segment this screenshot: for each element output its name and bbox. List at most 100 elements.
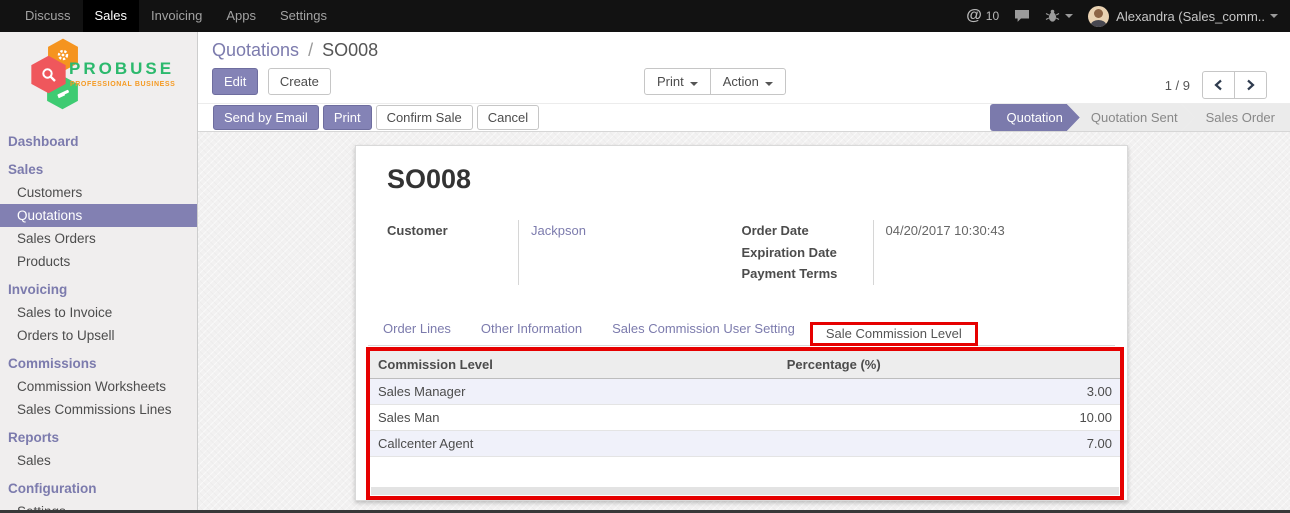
nav-item-settings[interactable]: Settings: [268, 0, 339, 32]
breadcrumb-quotations-link[interactable]: Quotations: [212, 40, 299, 60]
logo-subtitle: PROFESSIONAL BUSINESS: [70, 81, 175, 88]
chevron-down-icon: [690, 82, 698, 86]
chat-icon[interactable]: [1014, 9, 1030, 23]
action-dropdown-label: Action: [723, 74, 759, 89]
mention-count: 10: [986, 9, 999, 23]
sidebar: PROBUSE PROFESSIONAL BUSINESS Dashboard …: [0, 32, 198, 513]
nav-item-sales[interactable]: Sales: [83, 0, 140, 32]
stage-quotation-sent[interactable]: Quotation Sent: [1067, 104, 1195, 131]
print-action-group: Print Action: [644, 68, 786, 95]
sidebar-section-commissions[interactable]: Commissions: [0, 352, 197, 375]
stage-quotation[interactable]: Quotation: [990, 104, 1080, 131]
table-row-callcenter-agent[interactable]: Callcenter Agent 7.00: [370, 430, 1120, 456]
top-nav-menus: Discuss Sales Invoicing Apps Settings: [0, 0, 339, 32]
tab-sale-commission-level[interactable]: Sale Commission Level: [813, 318, 975, 349]
nav-item-discuss[interactable]: Discuss: [13, 0, 83, 32]
status-row: Send by Email Print Confirm Sale Cancel …: [198, 103, 1290, 132]
expiration-date-label: Expiration Date: [742, 242, 873, 264]
nav-item-invoicing[interactable]: Invoicing: [139, 0, 214, 32]
statusbar: Quotation Quotation Sent Sales Order: [990, 104, 1290, 131]
sidebar-item-sales-to-invoice[interactable]: Sales to Invoice: [0, 301, 197, 324]
cell-percentage: 3.00: [779, 378, 1120, 404]
customer-label: Customer: [387, 220, 518, 242]
control-panel: Quotations / SO008 Edit Create Print Act…: [198, 32, 1290, 103]
payment-terms-value: [886, 263, 1097, 285]
cancel-button[interactable]: Cancel: [477, 105, 539, 130]
chevron-right-icon: [1248, 81, 1253, 90]
mentions-counter[interactable]: @ 10: [966, 7, 999, 25]
print-dropdown-label: Print: [657, 74, 684, 89]
cell-percentage: 7.00: [779, 430, 1120, 456]
send-by-email-button[interactable]: Send by Email: [213, 105, 319, 130]
sidebar-section-configuration[interactable]: Configuration: [0, 477, 197, 500]
cell-percentage: 10.00: [779, 404, 1120, 430]
at-icon: @: [966, 7, 982, 25]
tab-sales-commission-user-setting[interactable]: Sales Commission User Setting: [597, 312, 810, 345]
expiration-date-value: [886, 242, 1097, 264]
nav-item-apps[interactable]: Apps: [214, 0, 268, 32]
print-button[interactable]: Print: [323, 105, 372, 130]
pager-previous-button[interactable]: [1202, 71, 1235, 99]
red-annotation-table-box: Commission Level Percentage (%) Sales Ma…: [366, 347, 1124, 501]
sidebar-item-sales-orders[interactable]: Sales Orders: [0, 227, 197, 250]
customer-value-link[interactable]: Jackpson: [531, 223, 586, 238]
sidebar-section-sales[interactable]: Sales: [0, 158, 197, 181]
top-nav-right: @ 10 Alexandra (Sales_comm..: [966, 0, 1290, 32]
commission-table-header-row: Commission Level Percentage (%): [370, 351, 1120, 379]
bug-icon[interactable]: [1045, 9, 1073, 23]
chevron-down-icon: [765, 82, 773, 86]
sidebar-item-commission-worksheets[interactable]: Commission Worksheets: [0, 375, 197, 398]
dates-field-group: Order Date Expiration Date Payment Terms…: [742, 220, 1097, 285]
logo-title: PROBUSE: [69, 59, 174, 79]
print-dropdown-button[interactable]: Print: [644, 68, 711, 95]
column-header-commission-level: Commission Level: [370, 351, 779, 379]
red-annotation-tab-box: Sale Commission Level: [810, 322, 978, 346]
cell-level: Sales Man: [370, 404, 779, 430]
app-window: Discuss Sales Invoicing Apps Settings @ …: [0, 0, 1290, 513]
stage-sales-order[interactable]: Sales Order: [1182, 104, 1290, 131]
action-dropdown-button[interactable]: Action: [710, 68, 786, 95]
cell-level: Sales Manager: [370, 378, 779, 404]
probuse-logo: PROBUSE PROFESSIONAL BUSINESS: [0, 40, 197, 114]
field-groups: Customer Jackpson Order Date Expiration …: [387, 220, 1096, 285]
confirm-sale-button[interactable]: Confirm Sale: [376, 105, 473, 130]
sidebar-section-invoicing[interactable]: Invoicing: [0, 278, 197, 301]
table-empty-row[interactable]: [370, 456, 1120, 487]
sidebar-item-products[interactable]: Products: [0, 250, 197, 273]
tab-other-information[interactable]: Other Information: [466, 312, 597, 345]
cell-level: Callcenter Agent: [370, 430, 779, 456]
customer-field-group: Customer Jackpson: [387, 220, 742, 285]
avatar: [1088, 6, 1109, 27]
chat-bubble-shape: [1015, 10, 1029, 22]
sidebar-item-customers[interactable]: Customers: [0, 181, 197, 204]
pager-next-button[interactable]: [1234, 71, 1267, 99]
tab-order-lines[interactable]: Order Lines: [368, 312, 466, 345]
sidebar-item-sales-commissions-lines[interactable]: Sales Commissions Lines: [0, 398, 197, 421]
main-area: Quotations / SO008 Edit Create Print Act…: [198, 32, 1290, 513]
control-panel-buttons-row: Edit Create Print Action 1 / 9: [212, 68, 1276, 102]
sidebar-item-orders-to-upsell[interactable]: Orders to Upsell: [0, 324, 197, 347]
breadcrumb: Quotations / SO008: [212, 40, 1276, 66]
user-menu[interactable]: Alexandra (Sales_comm..: [1088, 6, 1278, 27]
sidebar-menu: Dashboard Sales Customers Quotations Sal…: [0, 130, 197, 513]
user-name: Alexandra (Sales_comm..: [1116, 9, 1265, 24]
order-date-label: Order Date: [742, 220, 873, 242]
sidebar-section-dashboard[interactable]: Dashboard: [0, 130, 197, 153]
commission-table: Commission Level Percentage (%) Sales Ma…: [370, 351, 1120, 488]
table-footer-strip: [371, 487, 1119, 495]
table-row-sales-man[interactable]: Sales Man 10.00: [370, 404, 1120, 430]
column-header-percentage: Percentage (%): [779, 351, 1120, 379]
breadcrumb-current: SO008: [322, 40, 378, 60]
quotation-sheet: SO008 Customer Jackpson Order Date E: [355, 145, 1128, 501]
content-background: SO008 Customer Jackpson Order Date E: [198, 132, 1290, 513]
breadcrumb-separator: /: [308, 40, 313, 60]
sidebar-section-reports[interactable]: Reports: [0, 426, 197, 449]
create-button[interactable]: Create: [268, 68, 331, 95]
page-title: SO008: [387, 164, 1127, 195]
sidebar-item-reports-sales[interactable]: Sales: [0, 449, 197, 472]
pager-count: 1 / 9: [1165, 78, 1190, 93]
sidebar-item-quotations[interactable]: Quotations: [0, 204, 197, 227]
payment-terms-label: Payment Terms: [742, 263, 873, 285]
table-row-sales-manager[interactable]: Sales Manager 3.00: [370, 378, 1120, 404]
edit-button[interactable]: Edit: [212, 68, 258, 95]
